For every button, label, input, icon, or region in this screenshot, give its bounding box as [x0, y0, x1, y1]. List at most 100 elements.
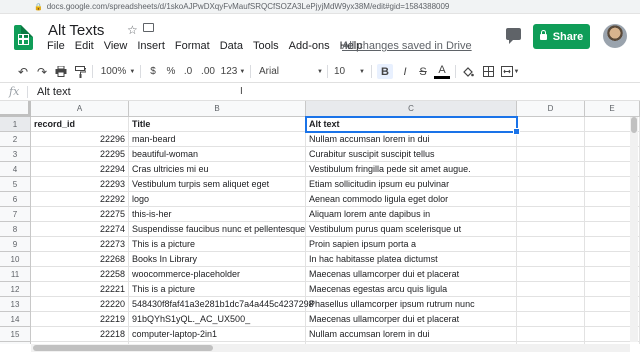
row-header[interactable]: 2 — [0, 132, 31, 147]
table-cell[interactable]: 22293 — [31, 177, 129, 192]
column-header-b[interactable]: B — [129, 101, 306, 117]
row-header[interactable]: 6 — [0, 192, 31, 207]
row-header[interactable]: 8 — [0, 222, 31, 237]
menu-addons[interactable]: Add-ons — [289, 40, 330, 52]
table-cell[interactable]: Curabitur suscipit suscipit tellus — [306, 147, 517, 162]
column-header-d[interactable]: D — [517, 101, 585, 117]
menu-format[interactable]: Format — [175, 40, 210, 52]
formula-input[interactable]: Alt text — [37, 86, 71, 98]
table-cell[interactable]: Maecenas ullamcorper dui et placerat — [306, 312, 517, 327]
table-cell[interactable]: 22273 — [31, 237, 129, 252]
text-color-button[interactable]: A — [434, 64, 450, 79]
comment-history-icon[interactable] — [506, 28, 521, 44]
account-avatar[interactable] — [603, 24, 627, 48]
table-cell[interactable] — [517, 297, 585, 312]
decrease-decimal-button[interactable]: .0 — [180, 64, 196, 79]
increase-decimal-button[interactable]: .00 — [199, 64, 217, 79]
table-cell[interactable]: Books In Library — [129, 252, 306, 267]
table-cell[interactable]: 22221 — [31, 282, 129, 297]
table-cell[interactable]: this-is-her — [129, 207, 306, 222]
table-cell[interactable]: beautiful-woman — [129, 147, 306, 162]
column-header-a[interactable]: A — [31, 101, 129, 117]
select-all-corner[interactable] — [0, 101, 31, 117]
menu-insert[interactable]: Insert — [137, 40, 165, 52]
table-cell[interactable]: 22295 — [31, 147, 129, 162]
table-cell[interactable]: Phasellus ullamcorper ipsum rutrum nunc — [306, 297, 517, 312]
row-header[interactable]: 3 — [0, 147, 31, 162]
table-cell[interactable]: Cras ultricies mi eu — [129, 162, 306, 177]
address-bar[interactable]: 🔒 docs.google.com/spreadsheets/d/1skoAJP… — [0, 0, 640, 14]
row-header[interactable]: 14 — [0, 312, 31, 327]
table-cell[interactable]: 22258 — [31, 267, 129, 282]
table-cell[interactable]: 22268 — [31, 252, 129, 267]
table-cell[interactable] — [517, 282, 585, 297]
document-title[interactable]: Alt Texts — [48, 22, 104, 39]
table-cell[interactable] — [517, 162, 585, 177]
header-cell[interactable]: record_id — [31, 117, 129, 132]
table-cell[interactable] — [517, 237, 585, 252]
table-cell[interactable]: This is a picture — [129, 237, 306, 252]
table-cell[interactable]: In hac habitasse platea dictumst — [306, 252, 517, 267]
table-cell[interactable]: 22274 — [31, 222, 129, 237]
redo-icon[interactable]: ↷ — [35, 64, 49, 79]
scroll-thumb[interactable] — [631, 117, 637, 133]
spreadsheet-grid[interactable]: A B C D E 1 record_id Title Alt text 2 22296 man-be… — [0, 101, 640, 344]
row-header[interactable]: 13 — [0, 297, 31, 312]
table-cell[interactable] — [517, 222, 585, 237]
row-header[interactable]: 10 — [0, 252, 31, 267]
table-cell[interactable]: 22296 — [31, 132, 129, 147]
zoom-select[interactable]: 100% ▼ — [98, 64, 138, 79]
table-cell[interactable]: Vestibulum purus quam scelerisque ut — [306, 222, 517, 237]
row-header[interactable]: 1 — [0, 117, 31, 132]
table-cell[interactable]: 22275 — [31, 207, 129, 222]
save-status-link[interactable]: All changes saved in Drive — [342, 40, 472, 52]
row-header[interactable]: 16 — [0, 342, 31, 344]
print-icon[interactable] — [54, 64, 68, 79]
sheets-logo-icon[interactable] — [14, 25, 33, 50]
menu-data[interactable]: Data — [220, 40, 243, 52]
table-cell[interactable]: 22220 — [31, 297, 129, 312]
header-cell[interactable]: Alt text — [306, 117, 517, 132]
table-cell[interactable]: 548430f8faf41a3e281b1dc7a4a445c4237298 — [129, 297, 314, 312]
table-cell[interactable] — [517, 192, 585, 207]
row-header[interactable]: 5 — [0, 177, 31, 192]
table-cell[interactable]: Suspendisse faucibus nunc et pellentesqu… — [129, 222, 306, 237]
star-icon[interactable]: ☆ — [127, 23, 138, 37]
table-cell[interactable]: Nullam accumsan lorem in dui — [306, 132, 517, 147]
column-header-c[interactable]: C — [306, 101, 517, 117]
strikethrough-button[interactable]: S — [416, 64, 430, 79]
column-header-e[interactable]: E — [585, 101, 640, 117]
table-cell[interactable]: Vestibulum turpis sem aliquet eget — [129, 177, 306, 192]
table-cell[interactable] — [517, 327, 585, 342]
table-cell[interactable]: Nullam accumsan lorem in dui — [306, 327, 517, 342]
table-cell[interactable] — [517, 132, 585, 147]
menu-tools[interactable]: Tools — [253, 40, 279, 52]
table-cell[interactable]: 91bQYhS1yQL._AC_UX500_ — [129, 312, 306, 327]
table-cell[interactable]: Maecenas ullamcorper dui et placerat — [306, 267, 517, 282]
row-header[interactable]: 7 — [0, 207, 31, 222]
table-cell[interactable]: Aliquam lorem ante dapibus in — [306, 207, 517, 222]
paint-format-icon[interactable] — [73, 64, 87, 79]
table-cell[interactable]: 22292 — [31, 192, 129, 207]
header-cell[interactable]: Title — [129, 117, 306, 132]
italic-button[interactable]: I — [398, 64, 412, 79]
table-cell[interactable]: Aenean commodo ligula eget dolor — [306, 192, 517, 207]
row-header[interactable]: 12 — [0, 282, 31, 297]
font-family-select[interactable]: Arial ▼ — [255, 64, 325, 79]
menu-file[interactable]: File — [47, 40, 65, 52]
table-cell[interactable] — [517, 177, 585, 192]
table-cell[interactable] — [517, 267, 585, 282]
fill-color-icon[interactable] — [461, 64, 475, 79]
table-cell[interactable]: Proin sapien ipsum porta a — [306, 237, 517, 252]
more-formats-select[interactable]: 123 ▼ — [220, 64, 246, 79]
share-button[interactable]: Share — [533, 24, 590, 49]
table-cell[interactable] — [517, 312, 585, 327]
folder-icon[interactable] — [143, 23, 154, 32]
menu-view[interactable]: View — [104, 40, 128, 52]
percent-format-button[interactable]: % — [164, 64, 178, 79]
table-cell[interactable] — [517, 207, 585, 222]
borders-icon[interactable] — [481, 64, 495, 79]
table-cell[interactable]: woocommerce-placeholder — [129, 267, 306, 282]
table-cell[interactable]: Vestibulum fringilla pede sit amet augue… — [306, 162, 517, 177]
vertical-scrollbar[interactable] — [630, 117, 638, 342]
